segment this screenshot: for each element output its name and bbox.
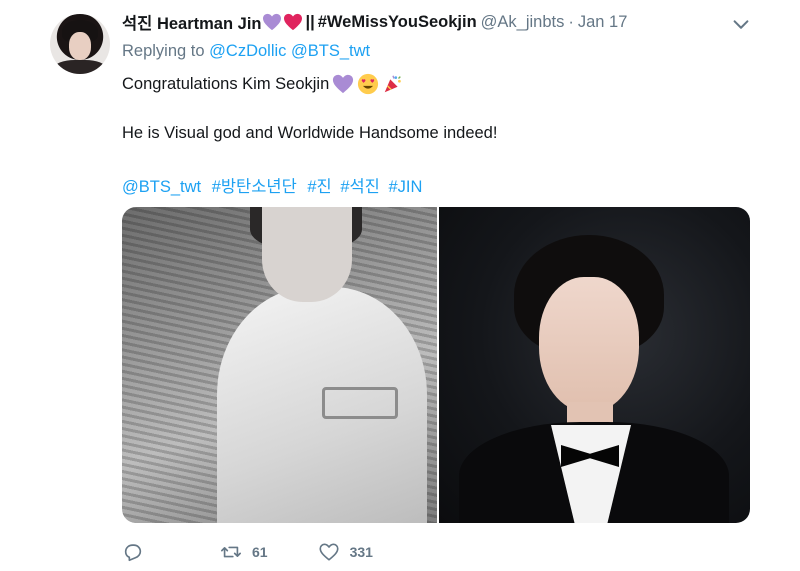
retweet-button[interactable]: 61 — [220, 541, 268, 563]
red-heart-icon — [284, 13, 303, 31]
media-gallery — [122, 207, 750, 523]
tweet-image-1[interactable] — [122, 207, 437, 523]
tweet-image-2[interactable] — [439, 207, 750, 523]
purple-heart-icon — [263, 13, 282, 31]
heart-eyes-emoji-icon — [358, 73, 379, 95]
mention-bts-twt[interactable]: @BTS_twt — [122, 178, 201, 196]
heart-icon — [319, 543, 339, 561]
hashtag-seokjin[interactable]: #석진 — [340, 178, 380, 196]
like-button[interactable]: 331 — [318, 541, 373, 563]
tweet-actions: 61 331 — [122, 540, 373, 564]
replying-to: Replying to @CzDollic @BTS_twt — [122, 42, 370, 61]
tweet-text: Congratulations Kim Seokjin — [122, 74, 330, 93]
hashtags: @BTS_twt #방탄소년단 #진 #석진 #JIN — [122, 173, 428, 197]
dot-separator: · — [568, 12, 574, 31]
tweet-header: 석진 Heartman Jin || #WeMissYouSeokjin @Ak… — [122, 10, 627, 34]
reply-mention-czdollic[interactable]: @CzDollic — [209, 42, 286, 60]
tweet-text-line1: Congratulations Kim Seokjin — [122, 73, 404, 95]
purple-heart-icon — [333, 74, 354, 94]
tweet-text-line2: He is Visual god and Worldwide Handsome … — [122, 124, 498, 142]
retweet-icon — [221, 546, 241, 558]
hashtag-jin-kr[interactable]: #진 — [307, 178, 331, 196]
reply-button[interactable] — [122, 541, 144, 563]
tweet-date[interactable]: Jan 17 — [578, 13, 628, 32]
user-handle[interactable]: @Ak_jinbts — [481, 13, 565, 32]
display-name[interactable]: 석진 Heartman Jin — [122, 10, 261, 34]
reply-icon — [124, 544, 142, 562]
reply-mention-bts-twt[interactable]: @BTS_twt — [291, 42, 370, 60]
like-count: 331 — [349, 544, 373, 560]
chevron-down-icon[interactable] — [730, 14, 752, 36]
name-separator: || — [305, 12, 315, 31]
name-hashtag: #WeMissYouSeokjin — [317, 12, 477, 31]
hashtag-bangtan[interactable]: #방탄소년단 — [212, 178, 297, 196]
avatar[interactable] — [50, 14, 110, 74]
retweet-count: 61 — [252, 544, 268, 560]
hashtag-jin[interactable]: #JIN — [388, 178, 422, 196]
party-popper-icon — [385, 75, 402, 93]
replying-to-label: Replying to — [122, 42, 205, 60]
